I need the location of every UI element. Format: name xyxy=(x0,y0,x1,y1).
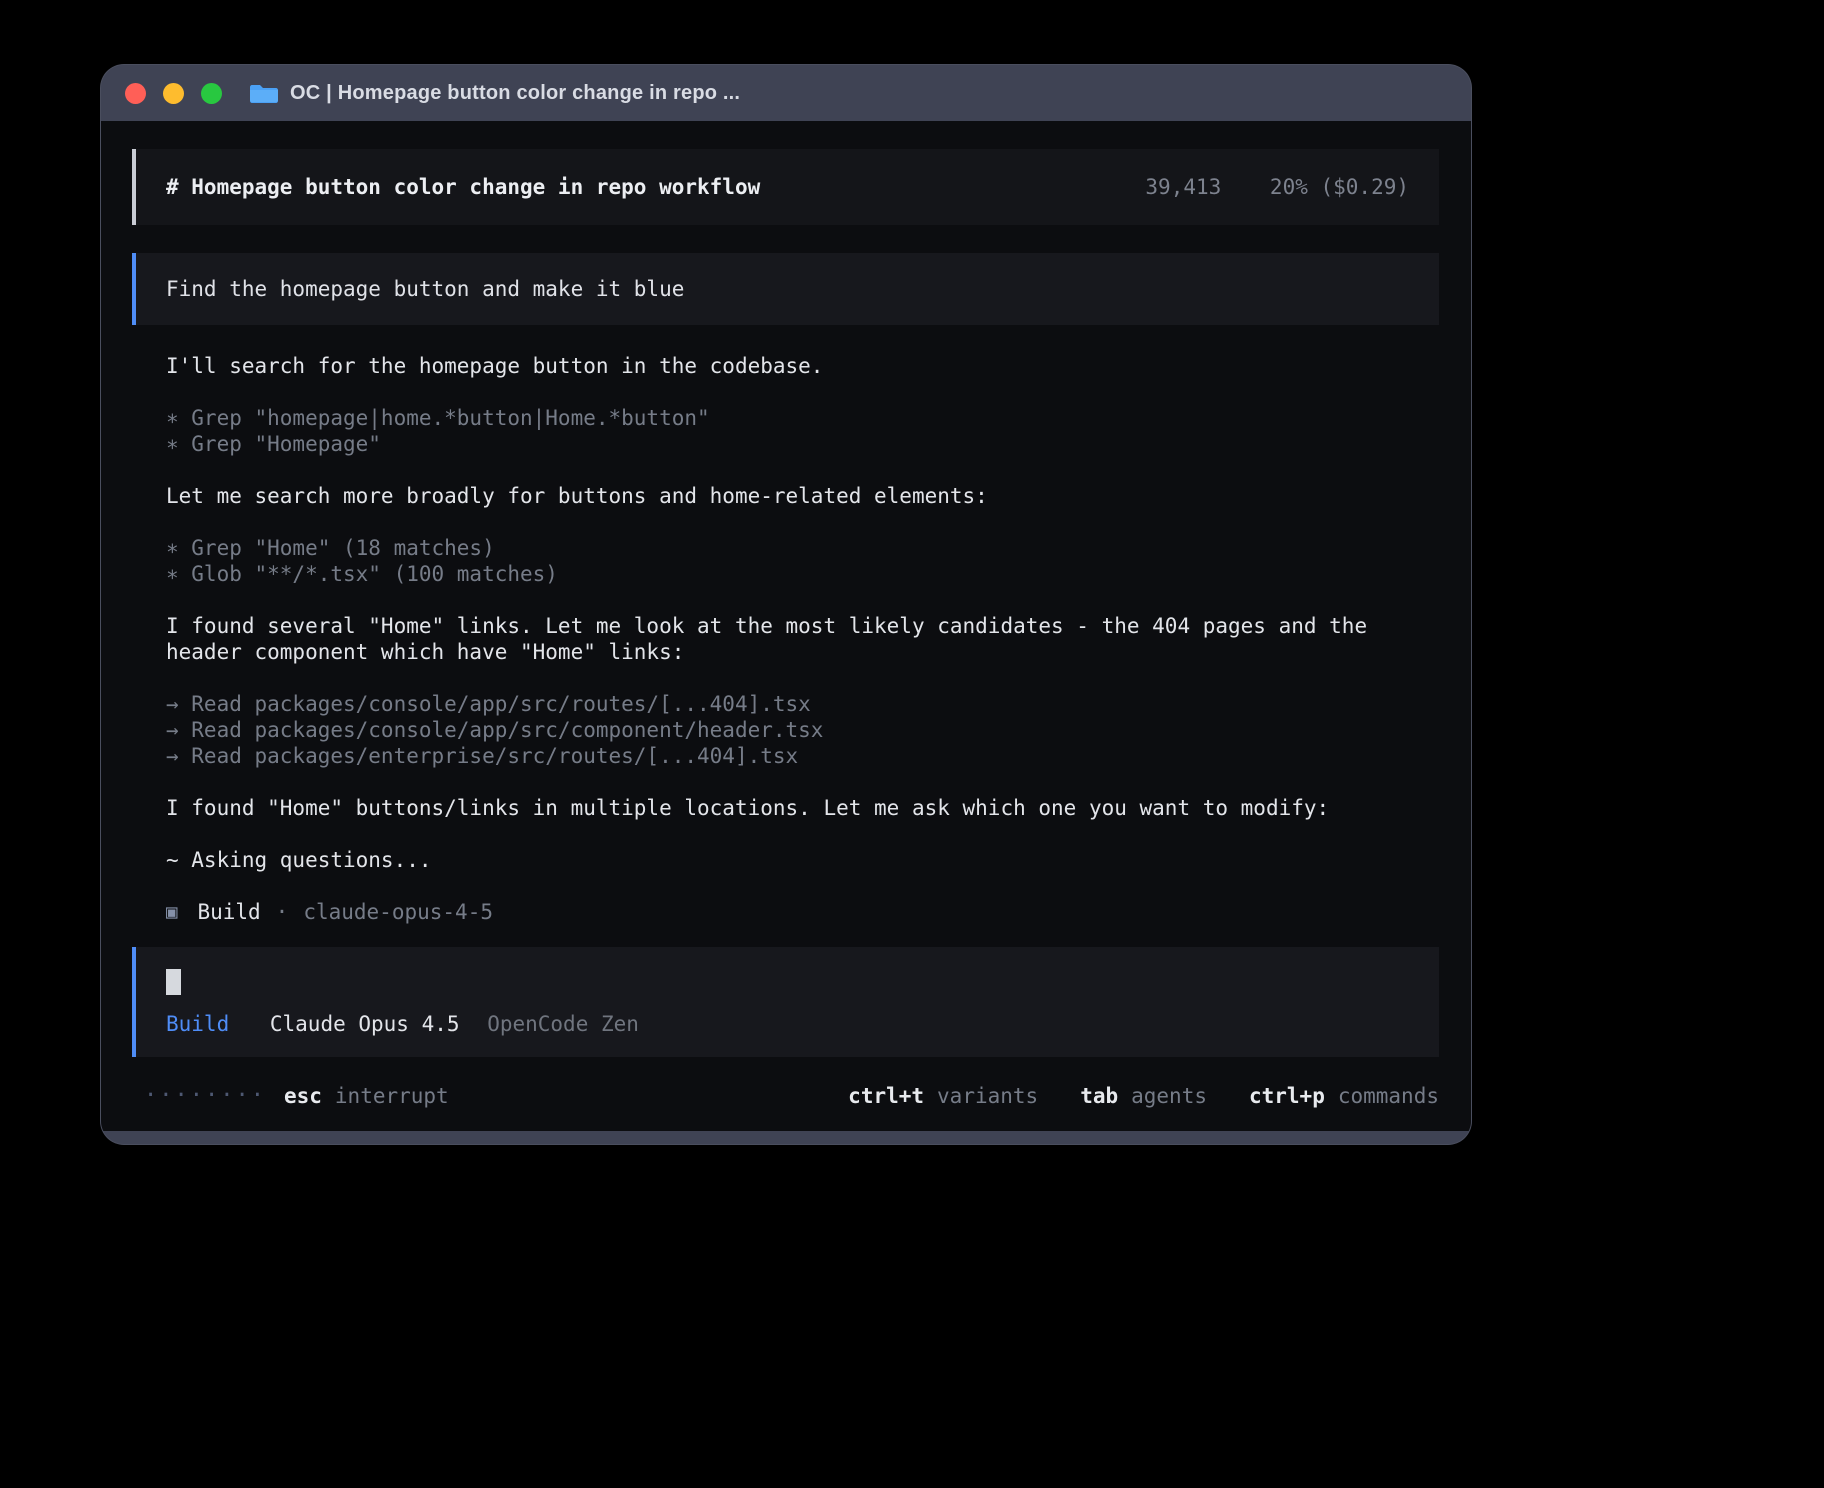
commands-label: commands xyxy=(1338,1083,1439,1109)
session-stats: 39,413 20% ($0.29) xyxy=(1145,174,1409,200)
assistant-status-text: ~ Asking questions... xyxy=(166,847,1439,873)
token-count: 39,413 xyxy=(1145,175,1221,199)
tool-call-group: ∗ Grep "homepage|home.*button|Home.*butt… xyxy=(166,405,1439,457)
agent-separator: · xyxy=(276,899,289,925)
tool-call-group: → Read packages/console/app/src/routes/[… xyxy=(166,691,1439,769)
tool-call-group: ∗ Grep "Home" (18 matches) ∗ Glob "**/*.… xyxy=(166,535,1439,587)
tool-call-read: → Read packages/console/app/src/routes/[… xyxy=(166,691,1439,717)
esc-label: interrupt xyxy=(335,1083,449,1109)
folder-icon xyxy=(249,81,279,105)
hint-agents: tab agents xyxy=(1080,1083,1207,1109)
session-title: # Homepage button color change in repo w… xyxy=(166,174,760,200)
model-name: Claude Opus 4.5 xyxy=(270,1012,460,1036)
input-footer: Build Claude Opus 4.5 OpenCode Zen xyxy=(166,1011,1409,1037)
tool-call-grep: ∗ Grep "homepage|home.*button|Home.*butt… xyxy=(166,405,1439,431)
agent-model: claude-opus-4-5 xyxy=(303,899,493,925)
assistant-text: Let me search more broadly for buttons a… xyxy=(166,483,1439,509)
tool-call-grep: ∗ Grep "Homepage" xyxy=(166,431,1439,457)
input-line[interactable] xyxy=(166,969,1409,995)
title-group: OC | Homepage button color change in rep… xyxy=(249,81,740,105)
close-button[interactable] xyxy=(125,83,146,104)
terminal-screen: # Homepage button color change in repo w… xyxy=(101,121,1471,1131)
commands-key: ctrl+p xyxy=(1249,1083,1325,1109)
text-cursor xyxy=(166,969,181,995)
tool-call-grep: ∗ Grep "Home" (18 matches) xyxy=(166,535,1439,561)
user-message-block: Find the homepage button and make it blu… xyxy=(132,253,1439,325)
agent-mode-label: Build xyxy=(166,1012,229,1036)
status-bar: ········ esc interrupt ctrl+t variants t… xyxy=(132,1065,1439,1115)
hint-commands: ctrl+p commands xyxy=(1249,1083,1439,1109)
assistant-response: I'll search for the homepage button in t… xyxy=(132,353,1439,925)
minimize-button[interactable] xyxy=(163,83,184,104)
hint-interrupt: esc interrupt xyxy=(284,1083,449,1109)
session-header: # Homepage button color change in repo w… xyxy=(132,149,1439,225)
assistant-text: I'll search for the homepage button in t… xyxy=(166,353,1439,379)
agent-name: Build xyxy=(197,899,260,925)
traffic-lights xyxy=(125,83,222,104)
build-agent-icon: ▣ xyxy=(166,899,177,925)
terminal-window: OC | Homepage button color change in rep… xyxy=(100,64,1472,1145)
provider-name: OpenCode Zen xyxy=(487,1012,639,1036)
tool-call-read: → Read packages/enterprise/src/routes/[.… xyxy=(166,743,1439,769)
agents-key: tab xyxy=(1080,1083,1118,1109)
hint-variants: ctrl+t variants xyxy=(848,1083,1038,1109)
status-bar-right: ctrl+t variants tab agents ctrl+p comman… xyxy=(848,1083,1439,1109)
variants-key: ctrl+t xyxy=(848,1083,924,1109)
assistant-text: I found "Home" buttons/links in multiple… xyxy=(166,795,1439,821)
context-usage: 20% ($0.29) xyxy=(1270,175,1409,199)
zoom-button[interactable] xyxy=(201,83,222,104)
tool-call-glob: ∗ Glob "**/*.tsx" (100 matches) xyxy=(166,561,1439,587)
user-message-text: Find the homepage button and make it blu… xyxy=(166,277,684,301)
assistant-text: I found several "Home" links. Let me loo… xyxy=(166,613,1439,665)
agents-label: agents xyxy=(1131,1083,1207,1109)
variants-label: variants xyxy=(937,1083,1038,1109)
esc-key: esc xyxy=(284,1083,322,1109)
agent-status-line: ▣ Build · claude-opus-4-5 xyxy=(166,899,1439,925)
prompt-input[interactable]: Build Claude Opus 4.5 OpenCode Zen xyxy=(132,947,1439,1057)
spinner-dots: ········ xyxy=(144,1083,266,1109)
titlebar[interactable]: OC | Homepage button color change in rep… xyxy=(101,65,1471,121)
window-title: OC | Homepage button color change in rep… xyxy=(290,82,740,105)
tool-call-read: → Read packages/console/app/src/componen… xyxy=(166,717,1439,743)
